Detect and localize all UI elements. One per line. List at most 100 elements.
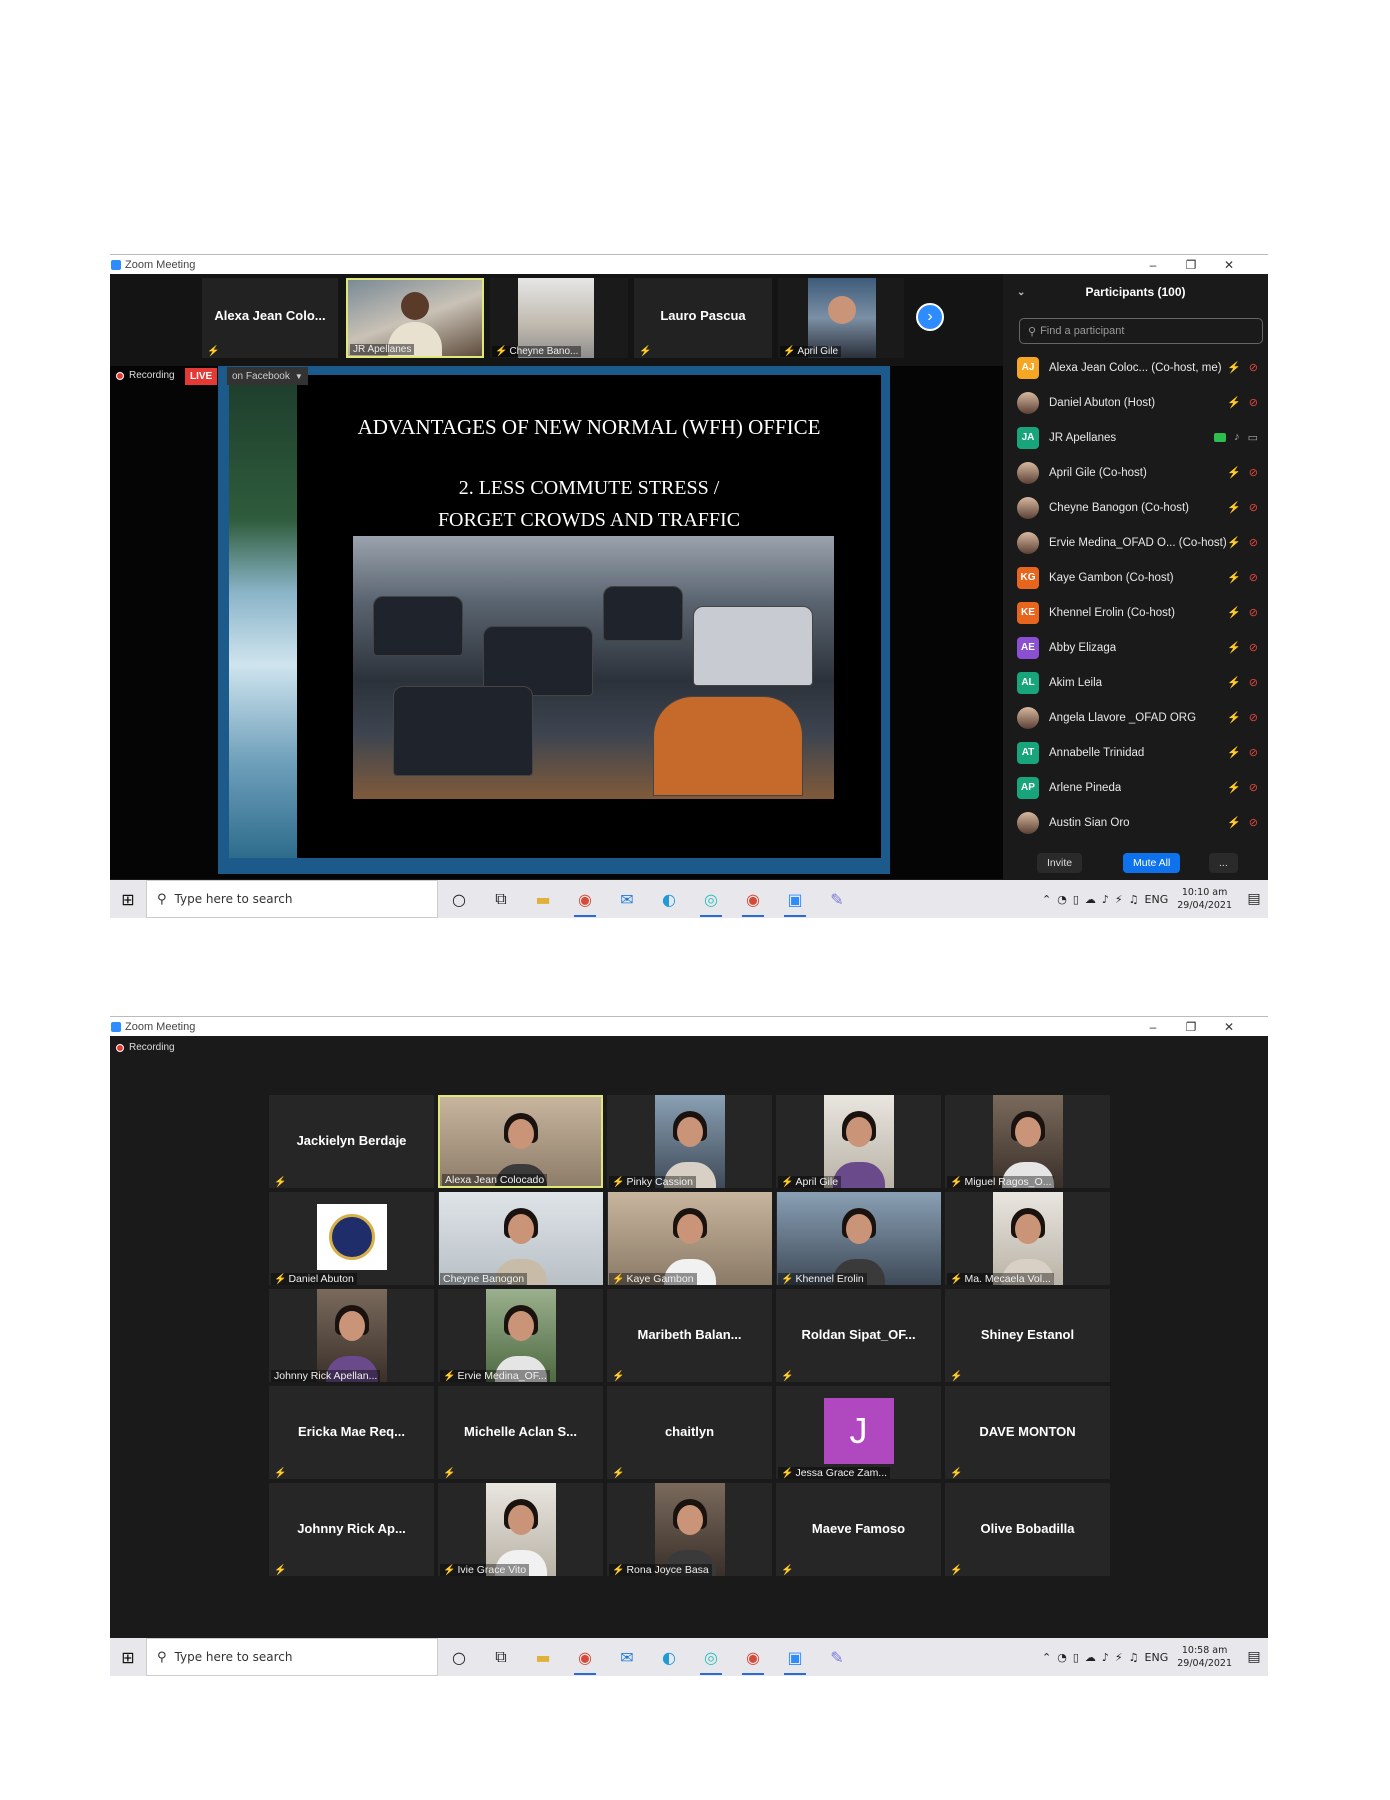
- participant-tile[interactable]: ⚡ Miguel Ragos_O...: [945, 1095, 1110, 1188]
- microphone-icon[interactable]: ♪: [1102, 1651, 1109, 1664]
- find-participant-input[interactable]: ⚲ Find a participant: [1019, 318, 1263, 344]
- cortana-icon[interactable]: ○: [438, 880, 480, 918]
- invite-button[interactable]: Invite: [1037, 853, 1083, 873]
- participant-tile[interactable]: Maeve Famoso ⚡: [776, 1483, 941, 1576]
- thumbnail-tile[interactable]: Lauro Pascua ⚡: [634, 278, 772, 358]
- mail-icon[interactable]: ✉: [606, 1638, 648, 1676]
- mic-muted-icon[interactable]: ⚡: [1227, 676, 1241, 689]
- thumbnail-tile[interactable]: JR Apellanes: [346, 278, 484, 358]
- participant-tile[interactable]: Ericka Mae Req... ⚡: [269, 1386, 434, 1479]
- mic-muted-icon[interactable]: ⚡: [1227, 466, 1241, 479]
- video-off-icon[interactable]: ⊘: [1249, 816, 1258, 829]
- show-hidden-icons-icon[interactable]: ⌃: [1042, 1651, 1051, 1664]
- zoom-icon[interactable]: ▣: [774, 880, 816, 918]
- mic-muted-icon[interactable]: ⚡: [1227, 396, 1241, 409]
- close-button[interactable]: ✕: [1210, 255, 1248, 275]
- participant-tile[interactable]: ⚡ Daniel Abuton: [269, 1192, 434, 1285]
- participant-row[interactable]: Austin Sian Oro ⚡ ⊘: [1003, 805, 1268, 840]
- taskbar-search-box[interactable]: ⚲ Type here to search: [146, 1638, 438, 1676]
- participant-tile[interactable]: ⚡ Kaye Gambon: [607, 1192, 772, 1285]
- participant-tile[interactable]: Maribeth Balan... ⚡: [607, 1289, 772, 1382]
- video-off-icon[interactable]: ⊘: [1249, 606, 1258, 619]
- participant-row[interactable]: AT Annabelle Trinidad ⚡ ⊘: [1003, 735, 1268, 770]
- next-page-button[interactable]: ›: [916, 303, 944, 331]
- app-icon[interactable]: ◎: [690, 880, 732, 918]
- taskbar-clock[interactable]: 10:10 am 29/04/2021: [1177, 886, 1232, 912]
- participant-row[interactable]: Angela Llavore _OFAD ORG ⚡ ⊘: [1003, 700, 1268, 735]
- network-icon[interactable]: ◔: [1057, 893, 1067, 906]
- participant-tile[interactable]: ⚡ Ma. Mecaela Vol...: [945, 1192, 1110, 1285]
- participant-tile[interactable]: ⚡ Rona Joyce Basa: [607, 1483, 772, 1576]
- video-off-icon[interactable]: ⊘: [1249, 501, 1258, 514]
- participant-tile[interactable]: J ⚡ Jessa Grace Zam...: [776, 1386, 941, 1479]
- participant-tile[interactable]: ⚡ Pinky Cassion: [607, 1095, 772, 1188]
- mic-muted-icon[interactable]: ⚡: [1227, 501, 1241, 514]
- language-indicator[interactable]: ENG: [1145, 1651, 1169, 1664]
- thumbnail-tile[interactable]: ⚡ April Gile: [778, 278, 904, 358]
- participant-tile[interactable]: Jackielyn Berdaje ⚡: [269, 1095, 434, 1188]
- mic-muted-icon[interactable]: ⚡: [1227, 571, 1241, 584]
- zoom-icon[interactable]: ▣: [774, 1638, 816, 1676]
- mic-muted-icon[interactable]: ⚡: [1227, 361, 1241, 374]
- windows-start-icon[interactable]: ⊞: [110, 1638, 146, 1676]
- chrome-icon[interactable]: ◉: [564, 880, 606, 918]
- restore-button[interactable]: ❐: [1172, 1017, 1210, 1037]
- video-off-icon[interactable]: ⊘: [1249, 711, 1258, 724]
- taskbar-search-box[interactable]: ⚲ Type here to search: [146, 880, 438, 918]
- participant-row[interactable]: Cheyne Banogon (Co-host) ⚡ ⊘: [1003, 490, 1268, 525]
- participant-tile[interactable]: ⚡ Ivie Grace Vito: [438, 1483, 603, 1576]
- thumbnail-tile[interactable]: ⚡ Cheyne Bano...: [490, 278, 628, 358]
- participant-row[interactable]: AE Abby Elizaga ⚡ ⊘: [1003, 630, 1268, 665]
- participant-row[interactable]: AP Arlene Pineda ⚡ ⊘: [1003, 770, 1268, 805]
- chrome-profile-icon[interactable]: ◉: [732, 880, 774, 918]
- show-hidden-icons-icon[interactable]: ⌃: [1042, 893, 1051, 906]
- video-off-icon[interactable]: ⊘: [1249, 361, 1258, 374]
- onedrive-icon[interactable]: ☁: [1085, 1651, 1096, 1664]
- video-off-icon[interactable]: ⊘: [1249, 781, 1258, 794]
- video-off-icon[interactable]: ⊘: [1249, 466, 1258, 479]
- power-icon[interactable]: ⚡: [1115, 1651, 1123, 1664]
- chrome-icon[interactable]: ◉: [564, 1638, 606, 1676]
- participant-tile[interactable]: Johnny Rick Apellan...: [269, 1289, 434, 1382]
- edge-icon[interactable]: ◐: [648, 1638, 690, 1676]
- participant-row[interactable]: KG Kaye Gambon (Co-host) ⚡ ⊘: [1003, 560, 1268, 595]
- edge-icon[interactable]: ◐: [648, 880, 690, 918]
- mic-muted-icon[interactable]: ⚡: [1227, 641, 1241, 654]
- onedrive-icon[interactable]: ☁: [1085, 893, 1096, 906]
- app-icon[interactable]: ◎: [690, 1638, 732, 1676]
- video-off-icon[interactable]: ⊘: [1249, 396, 1258, 409]
- minimize-button[interactable]: –: [1134, 255, 1172, 275]
- network-icon[interactable]: ◔: [1057, 1651, 1067, 1664]
- file-explorer-icon[interactable]: ▬: [522, 880, 564, 918]
- collapse-chevron-icon[interactable]: ⌄: [1017, 287, 1025, 298]
- participant-row[interactable]: AJ Alexa Jean Coloc... (Co-host, me) ⚡ ⊘: [1003, 350, 1268, 385]
- video-camera-icon[interactable]: ▭: [1248, 431, 1258, 444]
- task-view-icon[interactable]: ⧉: [480, 880, 522, 918]
- participant-row[interactable]: April Gile (Co-host) ⚡ ⊘: [1003, 455, 1268, 490]
- video-off-icon[interactable]: ⊘: [1249, 536, 1258, 549]
- participant-row[interactable]: KE Khennel Erolin (Co-host) ⚡ ⊘: [1003, 595, 1268, 630]
- mute-all-button[interactable]: Mute All: [1123, 853, 1181, 873]
- language-indicator[interactable]: ENG: [1145, 893, 1169, 906]
- participant-tile[interactable]: Michelle Aclan S... ⚡: [438, 1386, 603, 1479]
- volume-icon[interactable]: ♫: [1129, 893, 1139, 906]
- mail-icon[interactable]: ✉: [606, 880, 648, 918]
- mic-muted-icon[interactable]: ⚡: [1227, 746, 1241, 759]
- power-icon[interactable]: ⚡: [1115, 893, 1123, 906]
- participant-tile[interactable]: chaitlyn ⚡: [607, 1386, 772, 1479]
- microphone-icon[interactable]: ♪: [1234, 431, 1240, 444]
- notifications-icon[interactable]: ▤: [1240, 891, 1268, 907]
- chrome-profile-icon[interactable]: ◉: [732, 1638, 774, 1676]
- mic-muted-icon[interactable]: ⚡: [1227, 606, 1241, 619]
- video-off-icon[interactable]: ⊘: [1249, 676, 1258, 689]
- taskbar-clock[interactable]: 10:58 am 29/04/2021: [1177, 1644, 1232, 1670]
- participant-tile[interactable]: ⚡ Ervie Medina_OF...: [438, 1289, 603, 1382]
- mic-muted-icon[interactable]: ⚡: [1227, 781, 1241, 794]
- windows-start-icon[interactable]: ⊞: [110, 880, 146, 918]
- thumbnail-tile[interactable]: Alexa Jean Colo... ⚡: [202, 278, 338, 358]
- file-explorer-icon[interactable]: ▬: [522, 1638, 564, 1676]
- video-off-icon[interactable]: ⊘: [1249, 746, 1258, 759]
- minimize-button[interactable]: –: [1134, 1017, 1172, 1037]
- task-view-icon[interactable]: ⧉: [480, 1638, 522, 1676]
- paint-icon[interactable]: ✎: [816, 880, 858, 918]
